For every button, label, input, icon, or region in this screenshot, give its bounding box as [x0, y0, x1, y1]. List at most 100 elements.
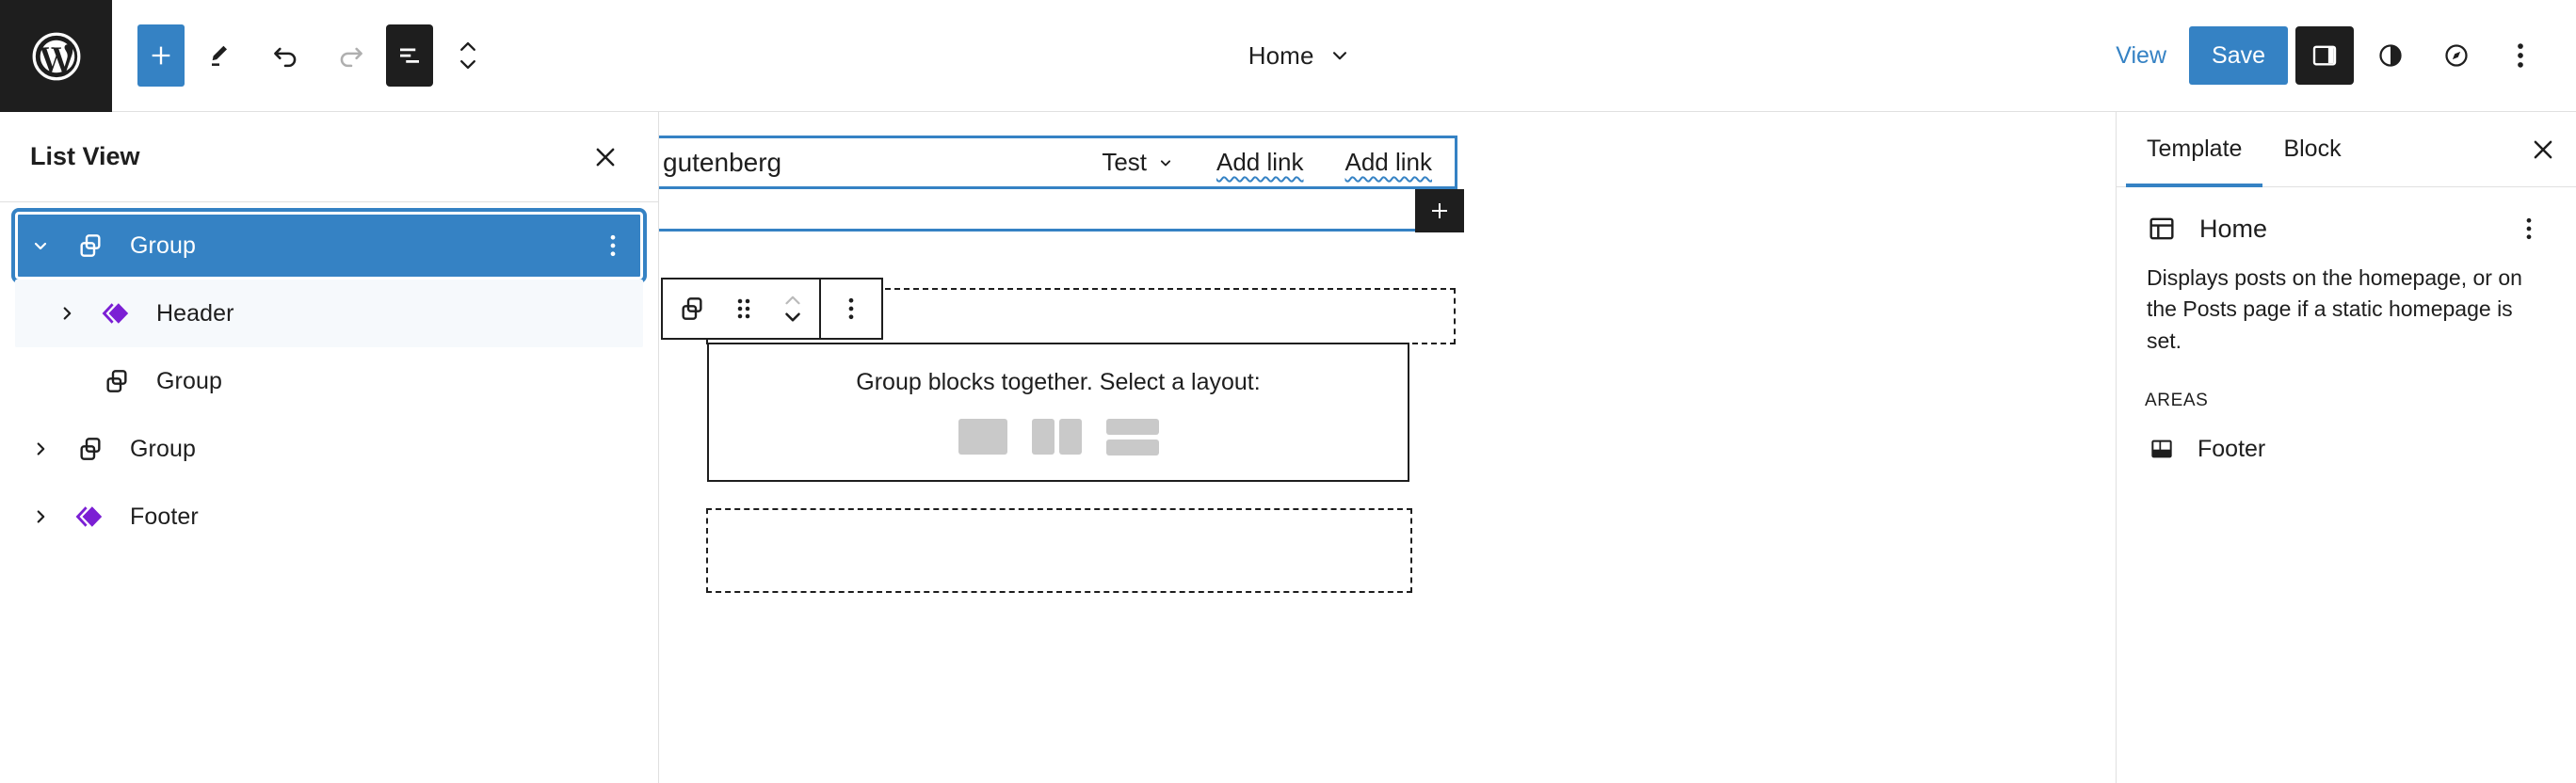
editor-canvas: gutenberg Test Add link Add link Group b… — [659, 112, 2116, 783]
list-view-close-button[interactable] — [579, 131, 632, 184]
close-icon — [2529, 136, 2557, 164]
wordpress-logo-icon — [30, 30, 83, 83]
sidebar-content: Home Displays posts on the homepage, or … — [2117, 187, 2576, 466]
group-variation-stack-button[interactable] — [1105, 419, 1159, 455]
list-view-row-label: Group — [156, 367, 222, 394]
undo-button[interactable] — [254, 24, 316, 87]
group-variation-group-button[interactable] — [958, 419, 1007, 455]
sidebar-panel-icon — [2310, 41, 2339, 70]
site-title[interactable]: gutenberg — [663, 148, 781, 178]
list-view-row-header[interactable]: Header — [15, 280, 643, 347]
nav-item-add-link-2[interactable]: Add link — [1325, 148, 1454, 177]
pencil-icon — [204, 40, 234, 71]
plus-icon — [148, 42, 174, 69]
group-layout-variations — [958, 419, 1159, 455]
chevron-down-icon[interactable] — [781, 309, 805, 326]
template-title: Home — [2199, 214, 2268, 243]
kebab-menu-icon — [2516, 40, 2525, 72]
template-summary-row: Home — [2145, 212, 2548, 246]
kebab-menu-icon — [847, 295, 855, 323]
tab-template[interactable]: Template — [2126, 112, 2263, 187]
list-view-row-label: Header — [156, 299, 234, 327]
page-title: Home — [1248, 40, 1314, 70]
layout-stack-icon — [1105, 419, 1159, 455]
undo-icon — [269, 40, 301, 72]
list-view-row-footer[interactable]: Footer — [15, 483, 643, 551]
area-row-footer[interactable]: Footer — [2145, 432, 2548, 466]
navigation-appender-button[interactable] — [1415, 189, 1464, 232]
list-view-row-options-button[interactable] — [592, 232, 634, 260]
list-view-title: List View — [30, 142, 140, 170]
redo-button[interactable] — [320, 24, 382, 87]
layout-single-icon — [958, 419, 1007, 455]
sidebar-close-button[interactable] — [2516, 122, 2570, 177]
group-block-placeholder[interactable]: Group blocks together. Select a layout: — [707, 343, 1409, 482]
document-title-button[interactable]: Home — [1239, 24, 1361, 87]
block-type-button[interactable] — [663, 280, 721, 338]
chevron-up-down-icon — [454, 36, 482, 75]
list-view-row-group-1[interactable]: Group — [15, 347, 643, 415]
view-link[interactable]: View — [2101, 42, 2182, 70]
editor-body: List View Group Header Group Group Foote… — [0, 112, 2576, 783]
chevron-right-icon[interactable] — [15, 506, 66, 527]
list-view-row-label: Footer — [130, 503, 199, 530]
group-block-icon — [92, 366, 141, 396]
chevron-right-icon[interactable] — [41, 303, 92, 324]
site-header-block[interactable]: gutenberg Test Add link Add link — [659, 136, 1457, 189]
list-view-row-group-2[interactable]: Group — [15, 415, 643, 483]
areas-section-label: AREAS — [2145, 391, 2209, 411]
edit-mode-button[interactable] — [188, 24, 250, 87]
chevron-right-icon[interactable] — [15, 439, 66, 459]
nav-item-add-link-1[interactable]: Add link — [1196, 148, 1325, 177]
list-view-tree: Group Header Group Group Footer — [0, 202, 658, 551]
save-button[interactable]: Save — [2189, 26, 2288, 85]
chevron-down-icon — [1328, 43, 1352, 68]
navigation-button[interactable] — [2427, 26, 2486, 85]
footer-area-icon — [2145, 432, 2179, 466]
chevron-down-icon — [1156, 153, 1175, 172]
group-block-icon — [66, 434, 115, 464]
group-variation-row-button[interactable] — [1031, 419, 1082, 455]
drag-handle[interactable] — [721, 280, 766, 338]
drag-dots-icon — [734, 294, 753, 324]
compass-icon — [2442, 41, 2471, 70]
block-toolbar-main — [663, 280, 819, 338]
navigation-block: Test Add link Add link — [1081, 148, 1455, 177]
template-description: Displays posts on the homepage, or on th… — [2147, 265, 2522, 353]
template-part-icon — [66, 501, 115, 533]
template-layout-icon — [2145, 212, 2179, 246]
more-menu-button[interactable] — [2493, 24, 2548, 87]
settings-sidebar-toggle[interactable] — [2295, 26, 2354, 85]
chevron-up-icon[interactable] — [781, 292, 805, 309]
list-view-icon — [395, 41, 424, 70]
group-block-icon — [677, 294, 707, 324]
settings-sidebar: Template Block Home Displays posts on th… — [2116, 112, 2576, 783]
list-view-row-group-0[interactable]: Group — [15, 212, 643, 280]
block-toolbar — [661, 278, 883, 340]
chevron-down-icon[interactable] — [15, 234, 66, 257]
block-movers — [766, 292, 819, 326]
half-circle-contrast-icon — [2376, 41, 2405, 70]
template-part-icon — [92, 297, 141, 329]
sidebar-tabs: Template Block — [2117, 112, 2576, 187]
list-view-header: List View — [0, 112, 658, 202]
nav-item-label: Test — [1102, 148, 1147, 176]
group-placeholder-prompt: Group blocks together. Select a layout: — [856, 369, 1261, 395]
list-view-panel: List View Group Header Group Group Foote… — [0, 112, 659, 783]
wordpress-logo-button[interactable] — [0, 0, 112, 112]
document-title-area: Home — [499, 0, 2101, 111]
template-options-button[interactable] — [2510, 215, 2548, 243]
list-view-button[interactable] — [386, 24, 433, 87]
list-view-row-label: Group — [130, 232, 196, 259]
list-view-row-label: Group — [130, 435, 196, 462]
styles-button[interactable] — [2361, 26, 2420, 85]
tab-block[interactable]: Block — [2262, 112, 2361, 186]
nav-item-test[interactable]: Test — [1081, 148, 1196, 177]
header-actions: View Save — [2101, 0, 2576, 111]
block-options-button[interactable] — [821, 280, 881, 338]
empty-block-placeholder-bottom[interactable] — [706, 508, 1412, 593]
group-block-icon — [66, 231, 115, 261]
plus-icon — [1428, 200, 1451, 222]
add-block-button[interactable] — [137, 24, 185, 87]
block-mover-button[interactable] — [437, 24, 499, 87]
